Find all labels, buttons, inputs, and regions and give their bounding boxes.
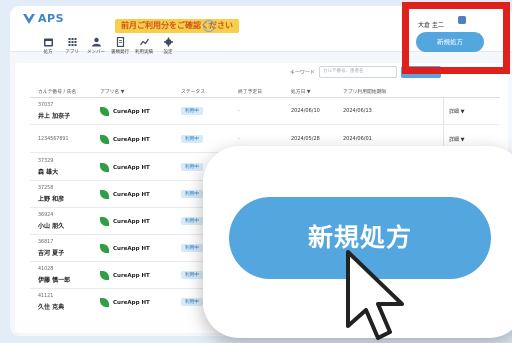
app-name: CureApp HT [113,245,150,252]
nav-label: メンバー [87,50,105,55]
patient-id: 41121 [38,294,54,299]
status-badge: 利用中 [181,190,203,198]
cureapp-leaf-icon [100,298,109,307]
nav-settings[interactable]: 設定 [156,37,180,55]
cureapp-leaf-icon [100,163,109,172]
patient-id: 37037 [38,103,54,108]
highlight-box [402,2,510,74]
cureapp-leaf-icon [100,107,109,116]
document-icon [116,37,124,47]
patient-name: 吉河 夏子 [38,250,65,257]
app-name: CureApp HT [113,299,150,306]
app-name: CureApp HT [113,164,150,171]
grid-icon [68,38,76,46]
patient-id: 37329 [38,159,54,164]
patient-id: 36817 [38,240,54,245]
chart-icon [139,38,149,46]
nav-label: アプリ [65,50,79,55]
patient-name: 井上 加奈子 [38,113,71,120]
cureapp-leaf-icon [100,244,109,253]
status-badge: 利用中 [181,298,203,306]
column-header: 終了予定日 [238,90,262,95]
patient-id: 36924 [38,213,54,218]
app-name: CureApp HT [113,218,150,225]
nav-label: 設定 [163,50,173,55]
cureapp-leaf-icon [100,135,109,144]
app-cell: CureApp HT [100,217,150,226]
app-name: CureApp HT [113,108,150,115]
nav-label: 処方 [43,50,53,55]
status-badge: 利用中 [181,217,203,225]
end-date: - [238,108,240,114]
status-badge: 利用中 [181,163,203,171]
main-nav: 処方 アプリ メンバー 書類発行 利用実績 設定 [36,37,180,55]
logo: APS [22,12,64,25]
app-cell: CureApp HT [100,135,150,144]
patient-name: 森 雄大 [38,169,59,176]
status-badge: 利用中 [181,271,203,279]
nav-documents[interactable]: 書類発行 [108,37,132,55]
status-badge: 利用中 [181,107,203,115]
cureapp-leaf-icon [100,217,109,226]
patient-id: 1234567891 [38,137,69,142]
nav-label: 書類発行 [111,50,129,55]
app-cell: CureApp HT [100,190,150,199]
nav-members[interactable]: メンバー [84,37,108,55]
patient-name: 伊藤 慎一郎 [38,277,71,284]
mouse-cursor-icon [346,250,404,340]
patient-name: 上野 和彦 [38,196,65,203]
column-header[interactable]: 処方日 ▼ [291,88,311,95]
calendar-icon [43,38,53,47]
prescription-date: 2024/05/28 [291,136,320,142]
row-divider [443,98,444,125]
app-cell: CureApp HT [100,298,150,307]
app-name: CureApp HT [113,191,150,198]
nav-apps[interactable]: アプリ [60,37,84,55]
nav-usage[interactable]: 利用実績 [132,37,156,55]
start-limit-date: 2024/06/13 [343,108,372,114]
nav-label: 利用実績 [135,50,153,55]
patient-name: 小山 朋久 [38,223,65,230]
column-header: ステータス [181,90,205,95]
status-badge: 利用中 [181,135,203,143]
table-row[interactable]: 37037 井上 加奈子 CureApp HT 利用中 - 2024/06/10… [30,98,500,125]
search-input[interactable]: カルテ番号、患者名 [319,66,398,78]
app-cell: CureApp HT [100,107,150,116]
patient-id: 37258 [38,186,54,191]
start-limit-date: 2024/06/01 [343,136,372,142]
cureapp-leaf-icon [100,271,109,280]
nav-prescription[interactable]: 処方 [36,37,60,55]
cureapp-leaf-icon [100,190,109,199]
logo-text: APS [38,12,64,25]
notice-banner[interactable]: 前月ご利用分をご確認ください [115,19,239,33]
gear-icon [163,37,173,47]
prescription-date: 2024/06/10 [291,108,320,114]
detail-button[interactable]: 詳細 ▼ [449,136,464,143]
app-name: CureApp HT [113,136,150,143]
app-name: CureApp HT [113,272,150,279]
patient-name: 久住 克典 [38,304,65,311]
app-cell: CureApp HT [100,271,150,280]
column-header[interactable]: カルテ番号 / 氏名 [38,88,76,95]
status-badge: 利用中 [181,244,203,252]
users-icon [91,37,101,47]
detail-button[interactable]: 詳細 ▼ [449,108,464,115]
column-header[interactable]: アプリ名 ▼ [100,88,124,95]
app-cell: CureApp HT [100,163,150,172]
column-header: アプリ利用開始期限 [343,90,387,95]
logo-icon [23,13,35,24]
end-date: - [238,136,240,142]
help-icon[interactable]: ? [203,20,215,32]
app-cell: CureApp HT [100,244,150,253]
search-label: キーワード [290,69,316,76]
patient-id: 41028 [38,267,54,272]
